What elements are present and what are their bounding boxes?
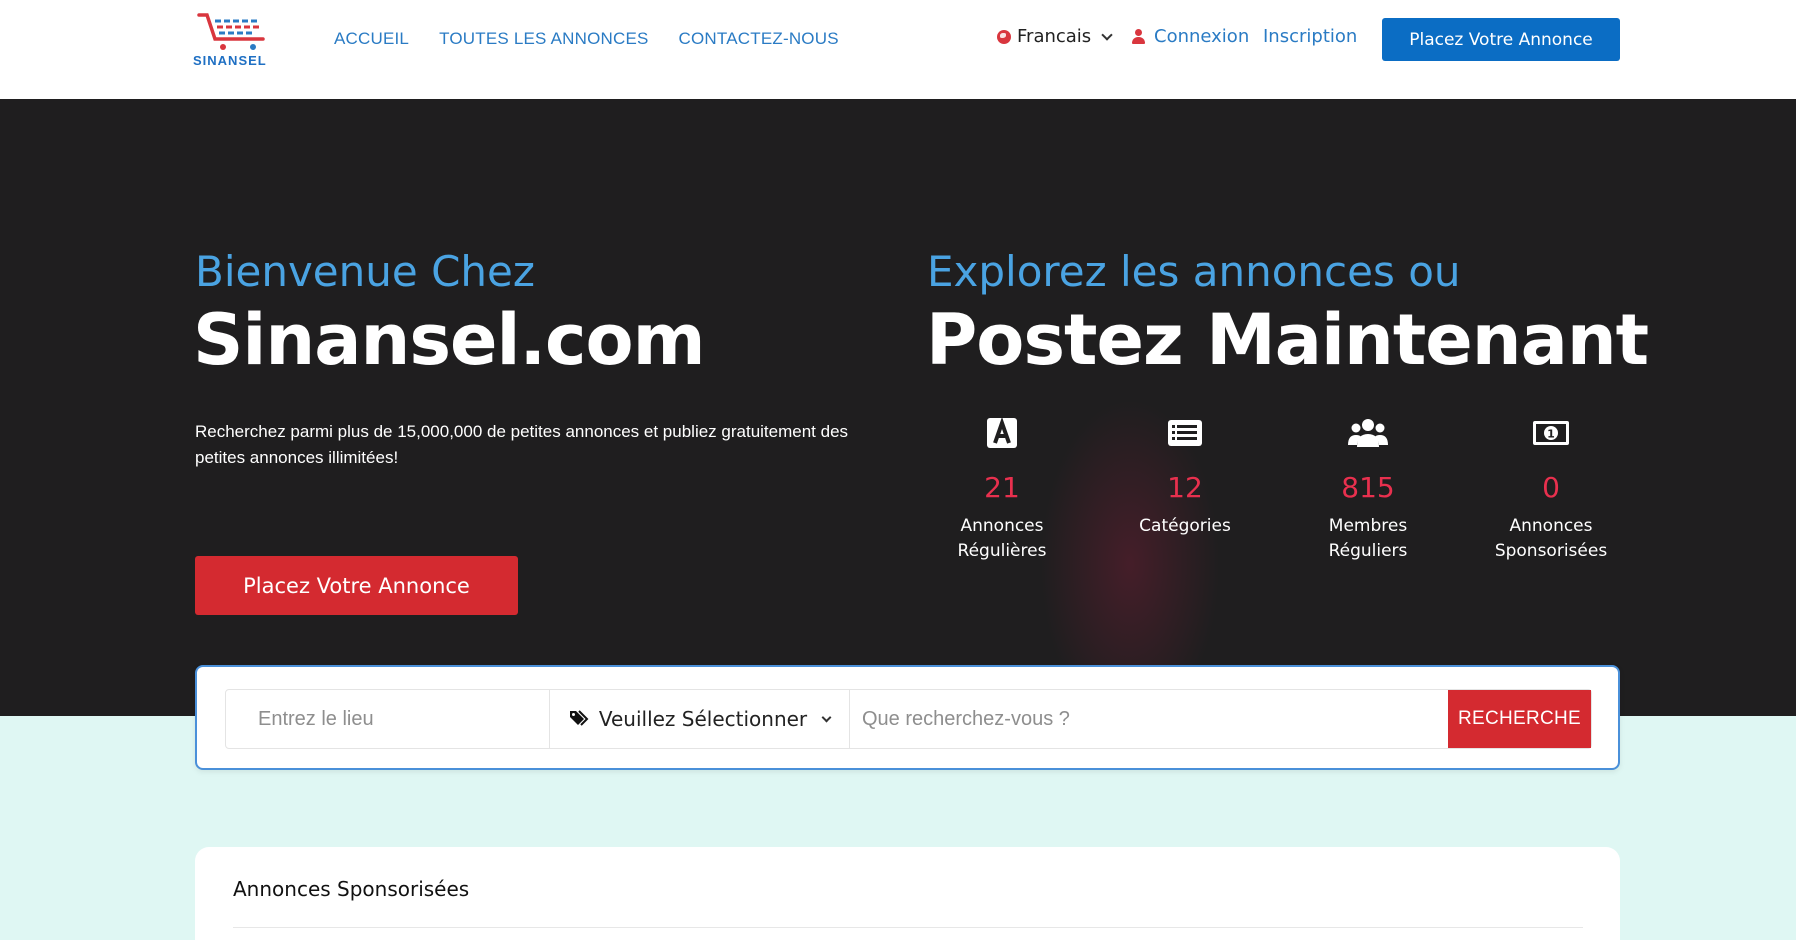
stat-label: Annonces Régulières	[957, 516, 1047, 561]
main-nav: ACCUEIL TOUTES LES ANNONCES CONTACTEZ-NO…	[334, 29, 839, 49]
hero-section: Bienvenue Chez Sinansel.com Recherchez p…	[0, 99, 1796, 716]
location-input[interactable]: Entrez le lieu	[226, 690, 550, 748]
search-bar: Entrez le lieu Veuillez Sélectionner Que…	[195, 665, 1620, 770]
user-icon	[1132, 29, 1145, 44]
stat-sponsored-ads: 1 0 Annonces Sponsorisées	[1476, 417, 1626, 564]
explore-title: Postez Maintenant	[926, 299, 1649, 381]
welcome-subtitle: Bienvenue Chez	[195, 247, 535, 296]
top-header: SINANSEL ACCUEIL TOUTES LES ANNONCES CON…	[0, 0, 1796, 99]
shopping-cart-icon	[197, 13, 265, 50]
login-label: Connexion	[1154, 26, 1250, 47]
stat-value: 21	[984, 471, 1020, 504]
list-icon	[1168, 420, 1202, 446]
letter-a-icon	[987, 417, 1017, 448]
logo-text: SINANSEL	[193, 53, 267, 68]
search-query-input[interactable]: Que recherchez-vous ?	[850, 690, 1448, 748]
svg-text:1: 1	[1547, 428, 1555, 441]
login-link[interactable]: Connexion	[1132, 26, 1249, 47]
sponsored-ads-title: Annonces Sponsorisées	[233, 877, 470, 901]
chevron-down-icon	[821, 712, 832, 722]
search-button[interactable]: RECHERCHE	[1448, 690, 1591, 748]
signup-link[interactable]: Inscription	[1263, 26, 1357, 47]
place-ad-button-header[interactable]: Placez Votre Annonce	[1382, 18, 1620, 61]
stat-regular-ads: 21 Annonces Régulières	[927, 417, 1077, 564]
nav-item-home[interactable]: ACCUEIL	[334, 29, 409, 49]
hero-description: Recherchez parmi plus de 15,000,000 de p…	[195, 422, 849, 467]
stat-members: 815 Membres Réguliers	[1293, 417, 1443, 564]
tags-icon	[569, 710, 589, 726]
chevron-down-icon	[1101, 28, 1113, 41]
welcome-title: Sinansel.com	[193, 299, 706, 381]
category-select[interactable]: Veuillez Sélectionner	[550, 690, 850, 748]
stat-value: 815	[1341, 471, 1395, 504]
site-stats: 21 Annonces Régulières 12 Catégories 815…	[927, 417, 1627, 587]
stat-value: 12	[1167, 471, 1203, 504]
sponsored-ads-card: Annonces Sponsorisées	[195, 847, 1620, 940]
explore-subtitle: Explorez les annonces ou	[927, 247, 1461, 296]
stat-label: Membres Réguliers	[1328, 516, 1408, 561]
stat-categories: 12 Catégories	[1110, 417, 1260, 539]
site-logo[interactable]: SINANSEL	[193, 9, 283, 69]
nav-item-all-ads[interactable]: TOUTES LES ANNONCES	[439, 29, 648, 49]
place-ad-button-hero[interactable]: Placez Votre Annonce	[195, 556, 518, 615]
language-selector[interactable]: Francais	[997, 26, 1113, 47]
divider	[233, 927, 1583, 928]
stat-label: Catégories	[1139, 516, 1231, 536]
search-form: Entrez le lieu Veuillez Sélectionner Que…	[225, 689, 1592, 749]
nav-item-contact[interactable]: CONTACTEZ-NOUS	[679, 29, 839, 49]
globe-icon	[997, 29, 1011, 44]
stat-value: 0	[1542, 471, 1560, 504]
money-icon: 1	[1533, 421, 1569, 445]
language-label: Francais	[1017, 26, 1092, 47]
category-select-label: Veuillez Sélectionner	[598, 707, 808, 731]
users-icon	[1348, 419, 1388, 447]
stat-label: Annonces Sponsorisées	[1494, 516, 1608, 561]
